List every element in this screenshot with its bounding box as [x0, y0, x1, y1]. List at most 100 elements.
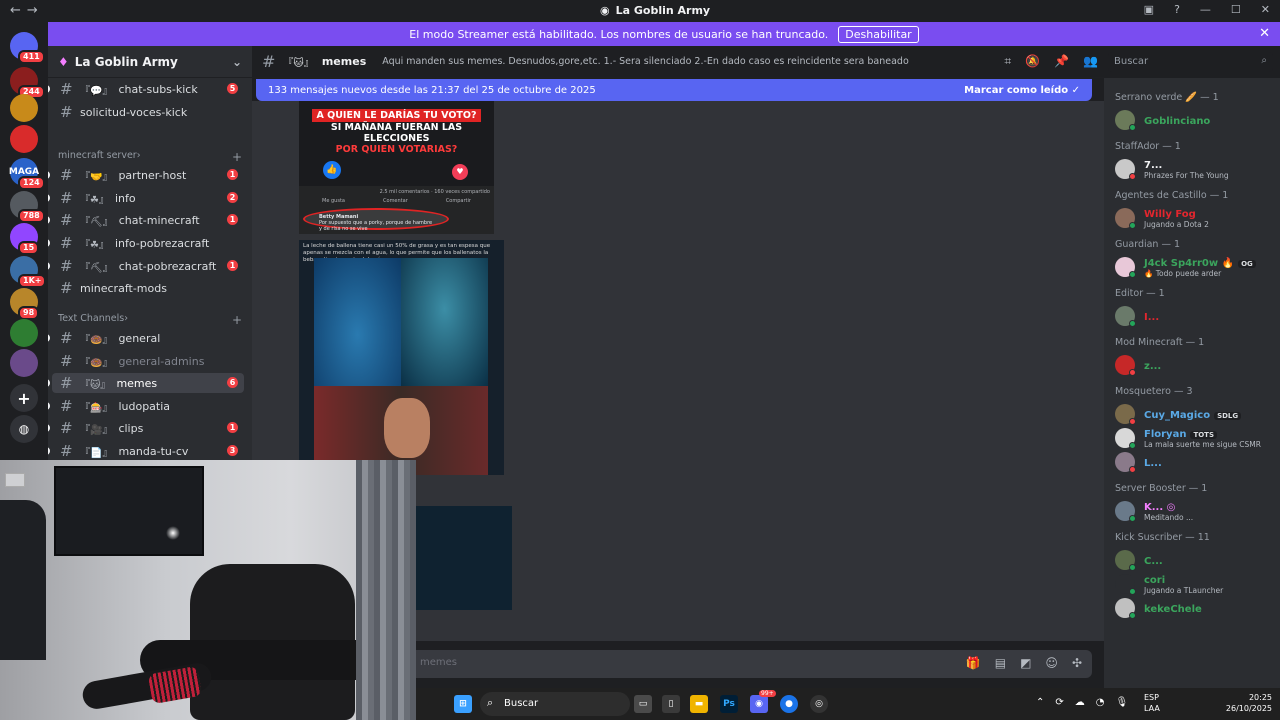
status-indicator [1129, 320, 1136, 327]
close-button[interactable]: ✕ [1261, 3, 1270, 16]
server-header[interactable]: ♦ La Goblin Army ⌄ [48, 46, 252, 78]
channel-memes[interactable]: # 『🐱』 memes 6 [48, 373, 244, 393]
minimize-button[interactable]: — [1200, 3, 1211, 16]
obs-icon[interactable]: ◎ [810, 695, 828, 713]
mic-icon[interactable]: 🎙 [1116, 697, 1129, 708]
member-item[interactable]: Cuy_Magico SDLG [1115, 402, 1275, 426]
member-item[interactable]: z... [1115, 353, 1275, 377]
member-name: Willy Fog [1144, 209, 1196, 220]
app-icon[interactable]: ▯ [662, 695, 680, 713]
member-item[interactable]: kekeChele [1115, 596, 1275, 620]
search-input[interactable]: Buscar ⌕ [1108, 52, 1273, 72]
discord-icon[interactable]: ◉ [750, 695, 768, 713]
server-icon-9[interactable] [10, 319, 38, 347]
add-channel-icon[interactable]: + [232, 150, 242, 164]
channel-ludopatia[interactable]: # 『🎰』 ludopatia [48, 396, 244, 416]
taskbar-search[interactable]: ⌕ Buscar [480, 692, 630, 716]
member-item[interactable]: cori Jugando a TLauncher [1115, 572, 1275, 596]
channel-clips[interactable]: # 『🎥』 clips 1 [48, 418, 244, 438]
unread-pill [48, 262, 50, 270]
network-icon[interactable]: ◔ [1096, 697, 1105, 708]
add-channel-icon[interactable]: + [232, 313, 242, 327]
mention-badge: 6 [227, 377, 238, 388]
channel-info-pobrezacraft[interactable]: # 『☘』 info-pobrezacraft [48, 233, 244, 253]
member-item[interactable]: I... [1115, 304, 1275, 328]
input-placeholder: memes [420, 657, 457, 668]
clan-tag: SDLG [1214, 412, 1242, 420]
meme-image-whale[interactable]: La leche de ballena tiene casi un 50% de… [299, 240, 504, 475]
notifications-icon[interactable]: 🔕 [1025, 54, 1040, 69]
member-role-header: Serrano verde 🥖 — 1 [1115, 92, 1219, 103]
mark-read-button[interactable]: Marcar como leído ✓ [964, 85, 1080, 96]
member-item[interactable]: Willy Fog Jugando a Dota 2 [1115, 206, 1275, 230]
status-indicator [1129, 466, 1136, 473]
member-item[interactable]: K... ◎ Meditando ... [1115, 499, 1275, 523]
channel-general-admins[interactable]: # 『🍩』 general-admins [52, 351, 244, 371]
tv-glare [166, 526, 180, 540]
window-title: ◉ La Goblin Army [600, 4, 710, 17]
video-embed[interactable] [412, 506, 512, 610]
lang-code: ESP [1144, 693, 1159, 702]
gift-icon[interactable]: 🎁 [966, 656, 981, 670]
server-icon-10[interactable] [10, 349, 38, 377]
channel-manda-tu-cv[interactable]: # 『📄』 manda-tu-cv 3 [48, 441, 244, 461]
member-item[interactable]: C... [1115, 548, 1275, 572]
close-icon[interactable]: ✕ [1259, 26, 1270, 41]
server-icon-2[interactable] [10, 94, 38, 122]
emoji-icon[interactable]: ☺ [1045, 656, 1058, 670]
channel-chat-subs-kick[interactable]: # 『💬』 chat-subs-kick 5 [48, 79, 244, 99]
chevron-up-icon[interactable]: ⌃ [1036, 697, 1044, 708]
photoshop-icon[interactable]: Ps [720, 695, 738, 713]
member-name: K... ◎ [1144, 502, 1175, 513]
language-indicator[interactable]: ESP LAA [1144, 692, 1160, 714]
member-activity: 🔥 Todo puede arder [1144, 269, 1222, 278]
add-server-icon[interactable]: + [10, 384, 38, 412]
comment-text: Por supuesto que a porky, porque de hamb… [319, 220, 433, 232]
cloud-icon[interactable]: ☁ [1075, 697, 1085, 708]
windows-start-icon[interactable]: ⊞ [454, 695, 472, 713]
member-item[interactable]: 7... Phrazes For The Young [1115, 157, 1275, 181]
channel-name: manda-tu-cv [118, 444, 189, 458]
member-name-text: J4ck Sp4rr0w 🔥 [1144, 258, 1235, 269]
pin-icon[interactable]: 📌 [1054, 54, 1069, 69]
channel-partner-host[interactable]: # 『🤝』 partner-host 1 [48, 165, 244, 185]
channel-category[interactable]: Text Channels › + [58, 313, 242, 327]
server-icon-3[interactable] [10, 125, 38, 153]
gif-icon[interactable]: ▤ [995, 656, 1006, 670]
facebook-post-footer: 2.5 mil comentarios · 160 veces comparti… [299, 186, 494, 234]
channel-chat-pobrezacraft[interactable]: # 『⛏』 chat-pobrezacraft 1 [48, 256, 244, 276]
channel-minecraft-mods[interactable]: # minecraft-mods [52, 278, 244, 298]
channel-category[interactable]: minecraft server › + [58, 150, 242, 164]
apps-icon[interactable]: ✣ [1072, 656, 1082, 670]
channel-info[interactable]: # 『☘』 info 2 [48, 188, 244, 208]
history-nav[interactable]: ←→ [10, 3, 44, 18]
member-item[interactable]: Goblinciano [1115, 108, 1275, 132]
channel-script-spam[interactable]: #『👾』script-spam [52, 46, 244, 47]
member-item[interactable]: Floryan TOTS La mala suerte me sigue CSMR [1115, 426, 1275, 450]
threads-icon[interactable]: ⌗ [1004, 54, 1011, 69]
clock[interactable]: 20:25 26/10/2025 [1226, 692, 1272, 714]
members-icon[interactable]: 👥 [1083, 54, 1098, 69]
file-explorer-icon[interactable]: ▬ [690, 695, 708, 713]
system-tray: ⌃ ⟳ ☁ ◔ 🎙 [1036, 697, 1128, 708]
sticker-icon[interactable]: ◩ [1020, 656, 1031, 670]
task-view-icon[interactable]: ▭ [634, 695, 652, 713]
member-item[interactable]: J4ck Sp4rr0w 🔥 OG 🔥 Todo puede arder [1115, 255, 1275, 279]
search-icon: ⌕ [487, 696, 494, 709]
hash-icon: # [60, 374, 73, 392]
discover-icon[interactable]: ◍ [10, 415, 38, 443]
chrome-icon[interactable]: ● [780, 695, 798, 713]
new-messages-bar[interactable]: 133 mensajes nuevos desde las 21:37 del … [256, 79, 1092, 101]
channel-general[interactable]: # 『🍩』 general [48, 328, 244, 348]
inbox-icon[interactable]: ▣ [1144, 3, 1154, 16]
channel-solicitud-voces-kick[interactable]: # solicitud-voces-kick [52, 102, 244, 122]
server-icon: ♦ [58, 54, 69, 69]
chevron-down-icon[interactable]: ⌄ [232, 55, 242, 69]
help-icon[interactable]: ? [1174, 3, 1180, 16]
sync-icon[interactable]: ⟳ [1055, 697, 1063, 708]
maximize-button[interactable]: ☐ [1231, 3, 1241, 16]
disable-streamer-button[interactable]: Deshabilitar [838, 25, 919, 43]
channel-chat-minecraft[interactable]: # 『⛏』 chat-minecraft 1 [48, 210, 244, 230]
member-item[interactable]: L... [1115, 450, 1275, 474]
channel-topic[interactable]: Aqui manden sus memes. Desnudos,gore,etc… [382, 56, 909, 67]
